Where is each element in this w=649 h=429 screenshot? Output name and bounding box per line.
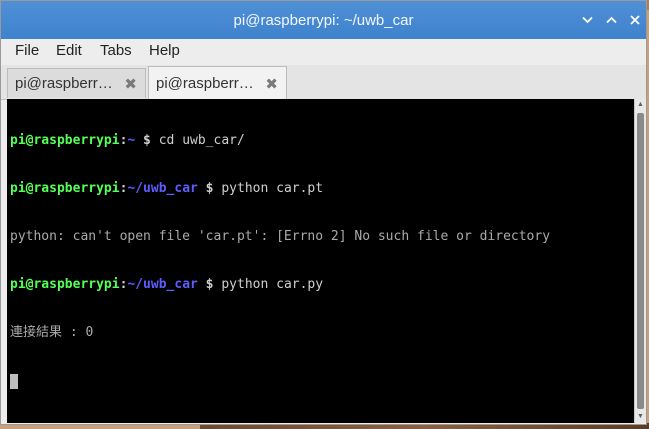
minimize-button[interactable]	[578, 11, 596, 29]
scroll-down-icon[interactable]: ▼	[635, 411, 646, 423]
command-text: python car.pt	[221, 181, 324, 196]
prompt-user: pi@raspberrypi	[10, 181, 120, 196]
terminal-output[interactable]: pi@raspberrypi:~ $ cd uwb_car/ pi@raspbe…	[7, 99, 634, 423]
prompt-symbol: $	[197, 181, 222, 196]
prompt-path: ~/uwb_car	[127, 277, 198, 292]
title-bar[interactable]: pi@raspberrypi: ~/uwb_car	[1, 1, 646, 39]
window-title: pi@raspberrypi: ~/uwb_car	[233, 12, 414, 29]
tab-label: pi@raspberr…	[156, 75, 254, 92]
scrollbar-thumb[interactable]	[637, 113, 644, 409]
text-cursor	[10, 374, 18, 389]
prompt-symbol: $	[135, 133, 159, 148]
output-text: python: can't open file 'car.pt': [Errno…	[10, 229, 551, 244]
terminal-line: 連接結果 : 0	[10, 325, 550, 341]
tab-terminal-1[interactable]: pi@raspberr… ✖	[7, 68, 146, 98]
prompt-user: pi@raspberrypi	[10, 133, 120, 148]
tab-close-icon[interactable]: ✖	[124, 75, 137, 93]
vertical-scrollbar[interactable]: ▲ ▼	[634, 99, 646, 423]
tab-terminal-2-active[interactable]: pi@raspberr… ✖	[148, 66, 287, 99]
prompt-path: ~/uwb_car	[127, 181, 198, 196]
terminal-line	[10, 373, 550, 389]
menu-help[interactable]: Help	[149, 42, 180, 59]
terminal-line: python: can't open file 'car.pt': [Errno…	[10, 229, 550, 245]
scroll-up-icon[interactable]: ▲	[635, 99, 646, 111]
command-text: cd uwb_car/	[158, 133, 245, 148]
menu-file[interactable]: File	[15, 42, 39, 59]
terminal-line: pi@raspberrypi:~/uwb_car $ python car.pt	[10, 181, 550, 197]
close-icon	[630, 15, 640, 25]
terminal-window: pi@raspberrypi: ~/uwb_car File Edit Tabs…	[0, 0, 647, 425]
prompt-user: pi@raspberrypi	[10, 277, 120, 292]
menu-tabs[interactable]: Tabs	[100, 42, 132, 59]
tab-label: pi@raspberr…	[15, 75, 113, 92]
menu-edit[interactable]: Edit	[56, 42, 82, 59]
chevron-down-icon	[581, 16, 593, 24]
close-button[interactable]	[626, 11, 644, 29]
tab-bar: pi@raspberr… ✖ pi@raspberr… ✖	[1, 65, 646, 100]
terminal-line: pi@raspberrypi:~/uwb_car $ python car.py	[10, 277, 550, 293]
command-text: python car.py	[221, 277, 324, 292]
prompt-symbol: $	[197, 277, 222, 292]
tab-close-icon[interactable]: ✖	[265, 75, 278, 93]
maximize-button[interactable]	[602, 11, 620, 29]
chevron-up-icon	[605, 16, 617, 24]
terminal-line: pi@raspberrypi:~ $ cd uwb_car/	[10, 133, 550, 149]
menu-bar: File Edit Tabs Help	[1, 39, 646, 65]
terminal-lines: pi@raspberrypi:~ $ cd uwb_car/ pi@raspbe…	[10, 101, 550, 421]
output-text: 連接結果 : 0	[10, 325, 94, 340]
